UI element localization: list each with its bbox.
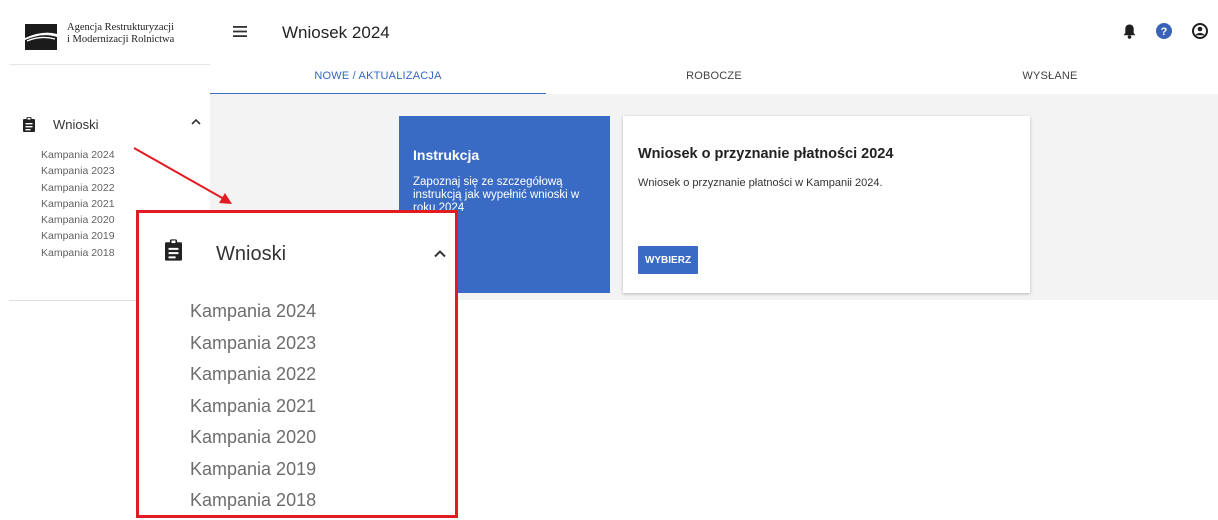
sidebar-item-kampania-2024[interactable]: Kampania 2024	[41, 147, 115, 163]
select-button[interactable]: WYBIERZ	[638, 246, 698, 274]
application-description: Wniosek o przyznanie płatności w Kampani…	[638, 177, 883, 189]
zoom-item-kampania-2024: Kampania 2024	[190, 301, 317, 321]
account-icon[interactable]	[1192, 23, 1208, 39]
help-icon[interactable]: ?	[1156, 23, 1172, 39]
sidebar-item-kampania-2023[interactable]: Kampania 2023	[41, 163, 115, 179]
clipboard-icon	[165, 239, 182, 261]
tab-nowe-aktualizacja[interactable]: NOWE / AKTUALIZACJA	[210, 58, 546, 94]
header-actions: ?	[1123, 23, 1208, 39]
campaign-list: Kampania 2024 Kampania 2023 Kampania 202…	[41, 147, 115, 261]
zoom-item-kampania-2022: Kampania 2022	[190, 364, 317, 384]
sidebar-group-wnioski[interactable]: Wnioski	[23, 112, 203, 136]
application-title: Wniosek o przyznanie płatności 2024	[638, 146, 894, 162]
zoom-campaign-list: Kampania 2024 Kampania 2023 Kampania 202…	[190, 296, 316, 517]
sidebar-item-kampania-2021[interactable]: Kampania 2021	[41, 196, 115, 212]
instruction-title: Instrukcja	[413, 147, 480, 163]
zoom-group-label: Wnioski	[216, 243, 287, 265]
zoom-item-kampania-2023: Kampania 2023	[190, 332, 317, 353]
clipboard-icon	[23, 116, 35, 132]
logo-line-1: Agencja Restrukturyzacji	[67, 22, 174, 33]
sidebar-divider	[9, 64, 210, 65]
tab-wyslane[interactable]: WYSŁANE	[882, 58, 1218, 94]
arimr-logo-icon	[25, 24, 57, 50]
tab-bar: NOWE / AKTUALIZACJA ROBOCZE WYSŁANE	[210, 58, 1218, 95]
logo-text: Agencja Restrukturyzacji i Modernizacji …	[67, 22, 174, 46]
chevron-up-icon	[434, 250, 446, 258]
sidebar-item-kampania-2019[interactable]: Kampania 2019	[41, 228, 115, 244]
zoom-item-kampania-2021: Kampania 2021	[190, 395, 317, 416]
tab-robocze[interactable]: ROBOCZE	[546, 58, 882, 94]
bell-icon[interactable]	[1123, 24, 1136, 39]
zoom-item-kampania-2020: Kampania 2020	[190, 427, 317, 447]
logo-line-2: i Modernizacji Rolnictwa	[67, 34, 175, 45]
sidebar-item-kampania-2018[interactable]: Kampania 2018	[41, 245, 115, 261]
svg-text:?: ?	[1161, 26, 1168, 38]
zoom-callout: Wnioski Kampania 2024 Kampania 2023 Kamp…	[136, 210, 458, 518]
top-bar: Wniosek 2024 ?	[210, 8, 1218, 58]
chevron-up-icon[interactable]	[191, 118, 201, 126]
sidebar-item-kampania-2022[interactable]: Kampania 2022	[41, 180, 115, 196]
zoom-item-kampania-2019: Kampania 2019	[190, 458, 317, 479]
zoom-item-kampania-2018: Kampania 2018	[190, 490, 317, 510]
sidebar-group-label: Wnioski	[53, 116, 99, 132]
menu-icon[interactable]	[233, 26, 247, 37]
application-card: Wniosek o przyznanie płatności 2024 Wnio…	[623, 116, 1030, 293]
logo[interactable]: Agencja Restrukturyzacji i Modernizacji …	[25, 20, 215, 60]
page-title: Wniosek 2024	[282, 23, 390, 42]
sidebar-item-kampania-2020[interactable]: Kampania 2020	[41, 212, 115, 228]
